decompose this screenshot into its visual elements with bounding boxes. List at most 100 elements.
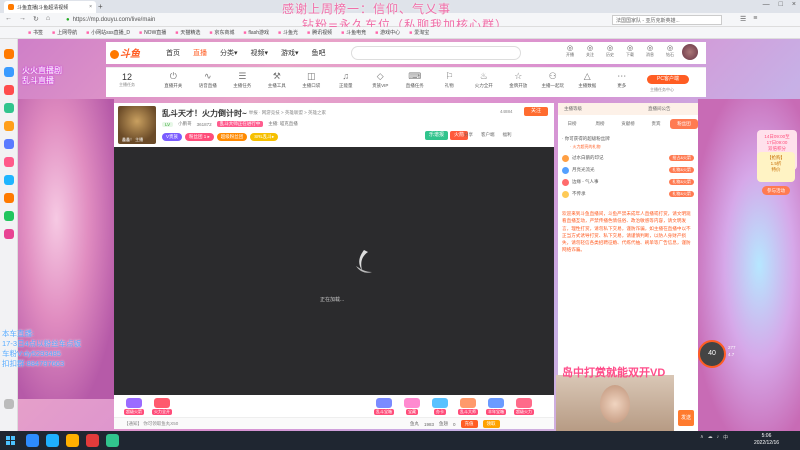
nav-item[interactable]: 鱼吧 bbox=[312, 48, 326, 58]
tray-icon[interactable]: ∧ bbox=[700, 434, 704, 441]
tool-item[interactable]: ∿ 语音直播 bbox=[191, 71, 226, 89]
taskbar-clock[interactable]: 5:06 2022/12/16 bbox=[754, 433, 779, 447]
tool-item[interactable]: ◇ 贵族VIP bbox=[363, 71, 398, 89]
sidebar-app-icon[interactable] bbox=[4, 193, 14, 203]
fire-gauge[interactable]: 40 bbox=[698, 340, 726, 368]
header-icon-item[interactable]: ◎ 历史 bbox=[602, 44, 618, 58]
tool-item[interactable]: ♫ 正能量 bbox=[329, 71, 364, 89]
header-icon-item[interactable]: ◎ 钻石 bbox=[662, 44, 678, 58]
follow-button[interactable]: 关注 bbox=[524, 107, 548, 116]
tool-item[interactable]: △ 主播数据 bbox=[570, 71, 605, 89]
sidebar-app-icon[interactable] bbox=[4, 121, 14, 131]
promo-card[interactable]: 【抢购】 1.5折 特价 bbox=[757, 152, 795, 182]
bookmark-item[interactable]: 小网站sss直播_D bbox=[86, 29, 130, 36]
bookmark-item[interactable]: 上网导航 bbox=[52, 29, 77, 36]
close-tab-icon[interactable]: × bbox=[89, 4, 92, 10]
menu-icon[interactable]: ≡ bbox=[753, 15, 757, 23]
header-icon-item[interactable]: ◎ 开播 bbox=[562, 44, 578, 58]
pc-client-sub[interactable]: 主播任务中心 bbox=[650, 87, 674, 93]
sidebar-app-icon[interactable] bbox=[4, 67, 14, 77]
sidebar-app-icon[interactable] bbox=[4, 49, 14, 59]
douyu-logo[interactable]: 斗鱼 bbox=[110, 45, 140, 60]
nav-item[interactable]: 视频▾ bbox=[251, 48, 269, 58]
bookmark-item[interactable]: 爱淘宝 bbox=[409, 29, 429, 36]
refresh-button[interactable]: ↻ bbox=[33, 15, 39, 23]
room-badge[interactable]: V贵族 bbox=[162, 133, 183, 141]
gift-item[interactable]: 火力全开 bbox=[148, 398, 176, 415]
new-tab-button[interactable]: + bbox=[98, 2, 103, 11]
tool-item[interactable]: ☆ 金牌开放 bbox=[501, 71, 536, 89]
send-button[interactable]: 发送 bbox=[678, 410, 694, 426]
tool-item[interactable]: ⚒ 主播工具 bbox=[260, 71, 295, 89]
rank-tab[interactable]: 贵宾 bbox=[642, 119, 670, 129]
join-event-button[interactable]: 参与活动 bbox=[762, 186, 790, 195]
bookmark-item[interactable]: 游戏中心 bbox=[375, 29, 400, 36]
bookmark-item[interactable]: 京东商城 bbox=[209, 29, 234, 36]
header-icon-item[interactable]: ◎ 下载 bbox=[622, 44, 638, 58]
nav-item[interactable]: 分类▾ bbox=[220, 48, 238, 58]
nav-item[interactable]: 游戏▾ bbox=[281, 48, 299, 58]
sidebar-add-icon[interactable] bbox=[4, 399, 14, 409]
gift-item[interactable]: 丰年宝箱 bbox=[482, 398, 510, 415]
room-badge[interactable]: SRL乱斗▸ bbox=[250, 133, 279, 141]
room-owner[interactable]: 小鹏哥 bbox=[178, 121, 192, 127]
rank-tag[interactable]: 礼物&火箭 bbox=[669, 191, 694, 197]
room-badge[interactable]: 粉丝团 1 ▸ bbox=[185, 133, 214, 141]
back-button[interactable]: ← bbox=[5, 15, 12, 23]
recharge-button[interactable]: 充值 bbox=[460, 420, 478, 428]
url-field[interactable]: ● https://mp.douyu.com/live/main bbox=[66, 15, 266, 25]
maximize-button[interactable]: □ bbox=[779, 1, 783, 8]
video-player[interactable] bbox=[114, 147, 554, 395]
share-button[interactable]: 分享 bbox=[464, 132, 473, 138]
gift-tag[interactable]: 乐谱报 bbox=[425, 131, 449, 140]
forward-button[interactable]: → bbox=[19, 15, 26, 23]
nav-item[interactable]: 直播 bbox=[193, 48, 207, 58]
tool-item[interactable]: ⌨ 直播任务 bbox=[398, 71, 433, 89]
tool-item[interactable]: ♨ 火力全开 bbox=[467, 71, 502, 89]
bookmark-item[interactable]: 书签 bbox=[28, 29, 43, 36]
anchor-level-link[interactable]: 主播等级 bbox=[564, 106, 582, 112]
rank-row[interactable]: 不传承 礼物&火箭 bbox=[558, 188, 698, 200]
user-avatar[interactable] bbox=[682, 44, 698, 60]
welfare-button[interactable]: 福利 bbox=[503, 132, 512, 138]
gift-item[interactable]: 乱斗大师 bbox=[454, 398, 482, 415]
bookmark-item[interactable]: 腾讯视频 bbox=[307, 29, 332, 36]
bookmark-item[interactable]: 天猫精选 bbox=[175, 29, 200, 36]
sidebar-app-icon[interactable] bbox=[4, 85, 14, 95]
tray-icon[interactable]: 中 bbox=[723, 434, 728, 441]
gift-item[interactable]: 超级火箭 bbox=[120, 398, 148, 415]
rank-tag[interactable]: 抢占&火箭 bbox=[669, 155, 694, 161]
taskbar-app-icon[interactable] bbox=[46, 434, 59, 447]
taskbar-app-icon[interactable] bbox=[86, 434, 99, 447]
start-button-icon[interactable] bbox=[6, 436, 15, 445]
home-button[interactable]: ⌂ bbox=[46, 15, 50, 23]
browser-tab[interactable]: 斗鱼直播|斗鱼超清视频 × bbox=[4, 1, 96, 13]
sidebar-app-icon[interactable] bbox=[4, 175, 14, 185]
claim-button[interactable]: 领取 bbox=[482, 420, 500, 428]
rank-row[interactable]: 过水白鹅的印记 抢占&火箭 bbox=[558, 152, 698, 164]
bookmark-item[interactable]: NOW直播 bbox=[139, 29, 166, 36]
header-icon-item[interactable]: ◎ 消息 bbox=[642, 44, 658, 58]
sidebar-app-icon[interactable] bbox=[4, 157, 14, 167]
tray-icon[interactable]: ♪ bbox=[717, 434, 720, 441]
taskbar-app-icon[interactable] bbox=[66, 434, 79, 447]
gift-item[interactable]: 宝藏 bbox=[398, 398, 426, 415]
header-icon-item[interactable]: ◎ 关注 bbox=[582, 44, 598, 58]
close-window-button[interactable]: × bbox=[792, 1, 796, 8]
browser-search-input[interactable]: 法国国家队 - 亚历克斯英雄... bbox=[612, 15, 722, 25]
sidebar-app-icon[interactable] bbox=[4, 103, 14, 113]
tool-item[interactable]: ⚐ 礼物 bbox=[432, 71, 467, 89]
bookmark-item[interactable]: flash游戏 bbox=[243, 29, 269, 36]
tool-item[interactable]: ⋯ 更多 bbox=[605, 71, 640, 89]
nav-item[interactable]: 首页 bbox=[166, 48, 180, 58]
tool-item[interactable]: ⏻ 直播开关 bbox=[156, 71, 191, 89]
live-tag[interactable]: 乱斗大师正在进行中 bbox=[216, 121, 264, 127]
taskbar-app-icon[interactable] bbox=[106, 434, 119, 447]
room-badge[interactable]: 超级粉丝团 bbox=[216, 133, 248, 141]
rank-tag[interactable]: 礼物&火箭 bbox=[669, 179, 694, 185]
sidebar-app-icon[interactable] bbox=[4, 139, 14, 149]
pc-client-button[interactable]: PC客户端 bbox=[647, 75, 689, 84]
room-breadcrumb[interactable]: · 举报 · 网游竞技 > 英雄联盟 > 英雄之家 bbox=[246, 110, 326, 116]
rank-tab[interactable]: 日榜 bbox=[558, 119, 586, 129]
gift-item[interactable]: 超级火力 bbox=[510, 398, 538, 415]
